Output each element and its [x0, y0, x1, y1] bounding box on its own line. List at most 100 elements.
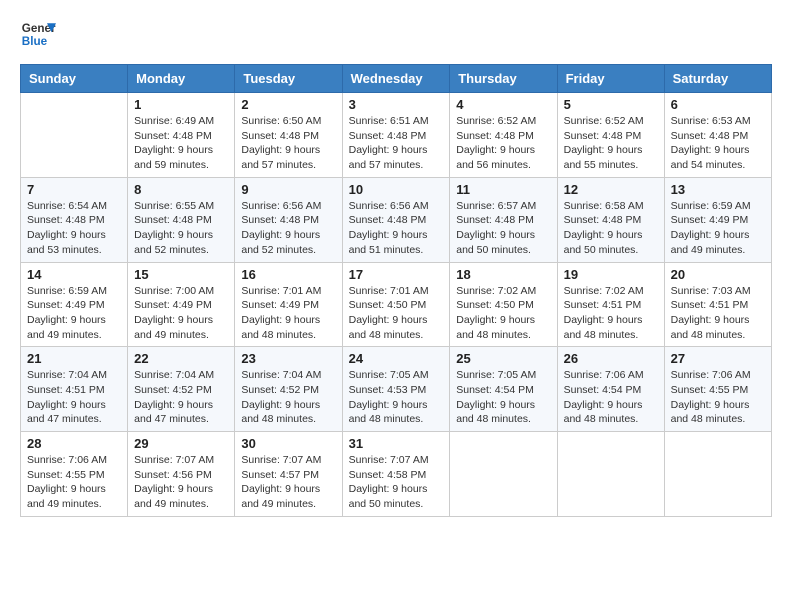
- day-info: Sunrise: 7:05 AM Sunset: 4:53 PM Dayligh…: [349, 368, 444, 427]
- day-number: 28: [27, 436, 121, 451]
- calendar-cell: 5Sunrise: 6:52 AM Sunset: 4:48 PM Daylig…: [557, 93, 664, 178]
- day-info: Sunrise: 6:58 AM Sunset: 4:48 PM Dayligh…: [564, 199, 658, 258]
- calendar-cell: 29Sunrise: 7:07 AM Sunset: 4:56 PM Dayli…: [128, 432, 235, 517]
- day-info: Sunrise: 6:59 AM Sunset: 4:49 PM Dayligh…: [671, 199, 765, 258]
- calendar-cell: [450, 432, 557, 517]
- calendar-header-wednesday: Wednesday: [342, 65, 450, 93]
- day-info: Sunrise: 6:49 AM Sunset: 4:48 PM Dayligh…: [134, 114, 228, 173]
- day-number: 17: [349, 267, 444, 282]
- day-info: Sunrise: 6:56 AM Sunset: 4:48 PM Dayligh…: [241, 199, 335, 258]
- day-number: 12: [564, 182, 658, 197]
- day-info: Sunrise: 6:51 AM Sunset: 4:48 PM Dayligh…: [349, 114, 444, 173]
- day-number: 30: [241, 436, 335, 451]
- calendar-cell: 22Sunrise: 7:04 AM Sunset: 4:52 PM Dayli…: [128, 347, 235, 432]
- header: General Blue: [20, 16, 772, 52]
- day-info: Sunrise: 6:59 AM Sunset: 4:49 PM Dayligh…: [27, 284, 121, 343]
- calendar-week-row: 14 Sunrise: 6:59 AM Sunset: 4:49 PM Dayli…: [21, 262, 772, 347]
- calendar-header-sunday: Sunday: [21, 65, 128, 93]
- calendar-cell: 28Sunrise: 7:06 AM Sunset: 4:55 PM Dayli…: [21, 432, 128, 517]
- day-info: Sunrise: 7:04 AM Sunset: 4:52 PM Dayligh…: [241, 368, 335, 427]
- day-number: 2: [241, 97, 335, 112]
- calendar-table: SundayMondayTuesdayWednesdayThursdayFrid…: [20, 64, 772, 517]
- day-number: 6: [671, 97, 765, 112]
- day-number: 31: [349, 436, 444, 451]
- calendar-cell: 10Sunrise: 6:56 AM Sunset: 4:48 PM Dayli…: [342, 177, 450, 262]
- day-number: 3: [349, 97, 444, 112]
- calendar-week-row: 28Sunrise: 7:06 AM Sunset: 4:55 PM Dayli…: [21, 432, 772, 517]
- calendar-cell: 23 Sunrise: 7:04 AM Sunset: 4:52 PM Dayli…: [235, 347, 342, 432]
- day-info: Sunrise: 7:07 AM Sunset: 4:57 PM Dayligh…: [241, 453, 335, 512]
- calendar-week-row: 7 Sunrise: 6:54 AM Sunset: 4:48 PM Daylig…: [21, 177, 772, 262]
- day-number: 23: [241, 351, 335, 366]
- calendar-cell: 24 Sunrise: 7:05 AM Sunset: 4:53 PM Dayli…: [342, 347, 450, 432]
- day-number: 26: [564, 351, 658, 366]
- day-number: 9: [241, 182, 335, 197]
- calendar-cell: 1 Sunrise: 6:49 AM Sunset: 4:48 PM Daylig…: [128, 93, 235, 178]
- day-info: Sunrise: 7:02 AM Sunset: 4:50 PM Dayligh…: [456, 284, 550, 343]
- day-info: Sunrise: 7:06 AM Sunset: 4:54 PM Dayligh…: [564, 368, 658, 427]
- day-info: Sunrise: 7:05 AM Sunset: 4:54 PM Dayligh…: [456, 368, 550, 427]
- day-number: 21: [27, 351, 121, 366]
- day-number: 1: [134, 97, 228, 112]
- day-number: 7: [27, 182, 121, 197]
- calendar-cell: 6Sunrise: 6:53 AM Sunset: 4:48 PM Daylig…: [664, 93, 771, 178]
- day-info: Sunrise: 7:07 AM Sunset: 4:58 PM Dayligh…: [349, 453, 444, 512]
- calendar-cell: 16 Sunrise: 7:01 AM Sunset: 4:49 PM Dayli…: [235, 262, 342, 347]
- calendar-header-friday: Friday: [557, 65, 664, 93]
- day-number: 8: [134, 182, 228, 197]
- calendar-cell: 26 Sunrise: 7:06 AM Sunset: 4:54 PM Dayli…: [557, 347, 664, 432]
- calendar-cell: 11Sunrise: 6:57 AM Sunset: 4:48 PM Dayli…: [450, 177, 557, 262]
- calendar-header-row: SundayMondayTuesdayWednesdayThursdayFrid…: [21, 65, 772, 93]
- calendar-cell: 14 Sunrise: 6:59 AM Sunset: 4:49 PM Dayli…: [21, 262, 128, 347]
- calendar-cell: 2Sunrise: 6:50 AM Sunset: 4:48 PM Daylig…: [235, 93, 342, 178]
- calendar-cell: 31 Sunrise: 7:07 AM Sunset: 4:58 PM Dayli…: [342, 432, 450, 517]
- day-info: Sunrise: 7:07 AM Sunset: 4:56 PM Dayligh…: [134, 453, 228, 512]
- calendar-cell: 17 Sunrise: 7:01 AM Sunset: 4:50 PM Dayli…: [342, 262, 450, 347]
- calendar-header-thursday: Thursday: [450, 65, 557, 93]
- svg-text:Blue: Blue: [22, 35, 48, 48]
- day-info: Sunrise: 7:00 AM Sunset: 4:49 PM Dayligh…: [134, 284, 228, 343]
- day-info: Sunrise: 7:06 AM Sunset: 4:55 PM Dayligh…: [671, 368, 765, 427]
- day-number: 20: [671, 267, 765, 282]
- day-number: 15: [134, 267, 228, 282]
- day-info: Sunrise: 7:04 AM Sunset: 4:52 PM Dayligh…: [134, 368, 228, 427]
- calendar-cell: [557, 432, 664, 517]
- calendar-cell: 13 Sunrise: 6:59 AM Sunset: 4:49 PM Dayli…: [664, 177, 771, 262]
- calendar-cell: 8 Sunrise: 6:55 AM Sunset: 4:48 PM Daylig…: [128, 177, 235, 262]
- calendar-cell: 9 Sunrise: 6:56 AM Sunset: 4:48 PM Daylig…: [235, 177, 342, 262]
- calendar-week-row: 1 Sunrise: 6:49 AM Sunset: 4:48 PM Daylig…: [21, 93, 772, 178]
- day-number: 11: [456, 182, 550, 197]
- calendar-cell: 27 Sunrise: 7:06 AM Sunset: 4:55 PM Dayli…: [664, 347, 771, 432]
- day-number: 25: [456, 351, 550, 366]
- day-info: Sunrise: 6:52 AM Sunset: 4:48 PM Dayligh…: [564, 114, 658, 173]
- calendar-cell: 15 Sunrise: 7:00 AM Sunset: 4:49 PM Dayli…: [128, 262, 235, 347]
- day-info: Sunrise: 7:04 AM Sunset: 4:51 PM Dayligh…: [27, 368, 121, 427]
- day-number: 16: [241, 267, 335, 282]
- day-number: 4: [456, 97, 550, 112]
- calendar-header-monday: Monday: [128, 65, 235, 93]
- day-info: Sunrise: 6:52 AM Sunset: 4:48 PM Dayligh…: [456, 114, 550, 173]
- day-info: Sunrise: 7:01 AM Sunset: 4:50 PM Dayligh…: [349, 284, 444, 343]
- day-number: 19: [564, 267, 658, 282]
- calendar-cell: 7 Sunrise: 6:54 AM Sunset: 4:48 PM Daylig…: [21, 177, 128, 262]
- day-number: 27: [671, 351, 765, 366]
- day-info: Sunrise: 6:55 AM Sunset: 4:48 PM Dayligh…: [134, 199, 228, 258]
- day-number: 24: [349, 351, 444, 366]
- logo: General Blue: [20, 16, 56, 52]
- calendar-cell: 18 Sunrise: 7:02 AM Sunset: 4:50 PM Dayli…: [450, 262, 557, 347]
- day-info: Sunrise: 6:54 AM Sunset: 4:48 PM Dayligh…: [27, 199, 121, 258]
- day-number: 10: [349, 182, 444, 197]
- day-number: 18: [456, 267, 550, 282]
- logo-icon: General Blue: [20, 16, 56, 52]
- calendar-cell: 19Sunrise: 7:02 AM Sunset: 4:51 PM Dayli…: [557, 262, 664, 347]
- day-info: Sunrise: 7:03 AM Sunset: 4:51 PM Dayligh…: [671, 284, 765, 343]
- day-number: 14: [27, 267, 121, 282]
- calendar-cell: [21, 93, 128, 178]
- calendar-cell: 20 Sunrise: 7:03 AM Sunset: 4:51 PM Dayli…: [664, 262, 771, 347]
- day-number: 13: [671, 182, 765, 197]
- calendar-cell: 21 Sunrise: 7:04 AM Sunset: 4:51 PM Dayli…: [21, 347, 128, 432]
- calendar-cell: 3 Sunrise: 6:51 AM Sunset: 4:48 PM Daylig…: [342, 93, 450, 178]
- calendar-cell: 4 Sunrise: 6:52 AM Sunset: 4:48 PM Daylig…: [450, 93, 557, 178]
- day-info: Sunrise: 7:01 AM Sunset: 4:49 PM Dayligh…: [241, 284, 335, 343]
- calendar-week-row: 21 Sunrise: 7:04 AM Sunset: 4:51 PM Dayli…: [21, 347, 772, 432]
